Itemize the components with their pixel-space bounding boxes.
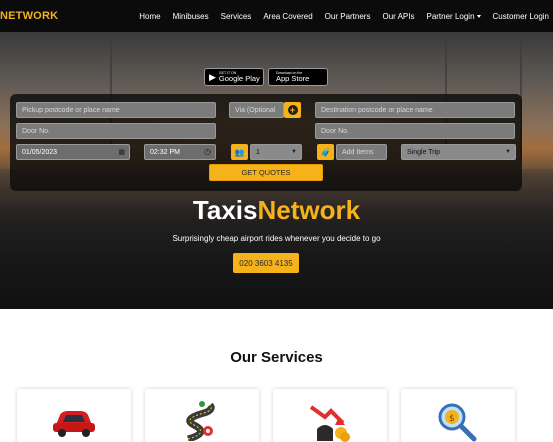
- nav-our-apis[interactable]: Our APIs: [382, 12, 414, 21]
- via-input[interactable]: Via (Optional: [229, 102, 284, 118]
- clock-icon: ◷: [204, 147, 211, 156]
- nav-area-covered[interactable]: Area Covered: [263, 12, 312, 21]
- time-value: 02:32 PM: [150, 148, 180, 156]
- calendar-icon: ▦: [118, 149, 125, 156]
- price-drop-icon: [309, 405, 350, 442]
- passengers-icon-box: 👥: [231, 144, 248, 160]
- service-card-car[interactable]: [17, 389, 131, 442]
- add-via-button[interactable]: +: [284, 102, 301, 118]
- plus-icon: +: [287, 105, 298, 115]
- service-card-price-search[interactable]: $: [401, 389, 515, 442]
- people-icon: 👥: [234, 147, 245, 157]
- passengers-select[interactable]: 1 ▼: [250, 144, 302, 160]
- pickup-door-input[interactable]: Door No.: [16, 123, 216, 139]
- top-navbar: NETWORK Home Minibuses Services Area Cov…: [0, 0, 553, 32]
- phone-button[interactable]: 020 3603 4135: [233, 253, 299, 273]
- destination-input[interactable]: Destination postcode or place name: [315, 102, 515, 118]
- get-quotes-button[interactable]: GET QUOTES: [209, 164, 323, 181]
- trip-type-select[interactable]: Single Trip ▼: [401, 144, 516, 160]
- trip-type-value: Single Trip: [407, 148, 441, 156]
- nav-services[interactable]: Services: [221, 12, 252, 21]
- partner-login-label: Partner Login: [426, 11, 475, 21]
- chevron-down-icon: ▼: [291, 149, 297, 155]
- svg-text:$: $: [449, 414, 455, 424]
- services-title: Our Services: [230, 349, 323, 366]
- car-icon: [53, 411, 95, 437]
- chevron-down-icon: ▼: [505, 149, 511, 155]
- service-card-price-drop[interactable]: [273, 389, 387, 442]
- play-icon: ▶: [209, 71, 216, 82]
- passengers-value: 1: [256, 148, 260, 156]
- hero-section: ▶ GET IT ON Google Play Download on the …: [0, 32, 553, 309]
- route-icon: [186, 401, 215, 441]
- app-store-button[interactable]: Download on the App Store: [268, 68, 328, 86]
- nav-our-partners[interactable]: Our Partners: [325, 12, 371, 21]
- pickup-input[interactable]: Pickup postcode or place name: [16, 102, 216, 118]
- date-input[interactable]: 01/05/2023 ▦: [16, 144, 130, 160]
- luggage-icon-box: 🧳: [317, 144, 334, 160]
- nav-home[interactable]: Home: [139, 12, 160, 21]
- app-store-badges: ▶ GET IT ON Google Play Download on the …: [204, 68, 332, 86]
- price-search-icon: $: [438, 403, 477, 442]
- time-input[interactable]: 02:32 PM ◷: [144, 144, 216, 160]
- chevron-down-icon: [476, 14, 481, 18]
- hero-tagline: Surprisingly cheap airport rides wheneve…: [172, 234, 381, 243]
- google-play-button[interactable]: ▶ GET IT ON Google Play: [204, 68, 264, 86]
- brand-logo[interactable]: NETWORK: [0, 10, 58, 22]
- nav-minibuses[interactable]: Minibuses: [173, 12, 209, 21]
- logo-part-network: Network: [257, 195, 361, 225]
- destination-door-input[interactable]: Door No.: [315, 123, 515, 139]
- service-card-route[interactable]: [145, 389, 259, 442]
- app-store-big: App Store: [276, 74, 310, 83]
- google-play-big: Google Play: [218, 74, 260, 83]
- nav-links: Home Minibuses Services Area Covered Our…: [127, 0, 549, 32]
- nav-customer-login[interactable]: Customer Login: [493, 12, 549, 21]
- date-value: 01/05/2023: [22, 148, 58, 156]
- nav-partner-login[interactable]: Partner Login: [426, 11, 481, 21]
- hero-logo-title: TaxisNetwork: [0, 195, 553, 226]
- add-items-input[interactable]: Add Items: [336, 144, 387, 160]
- luggage-icon: 🧳: [320, 147, 331, 157]
- logo-part-taxis: Taxis: [192, 195, 258, 225]
